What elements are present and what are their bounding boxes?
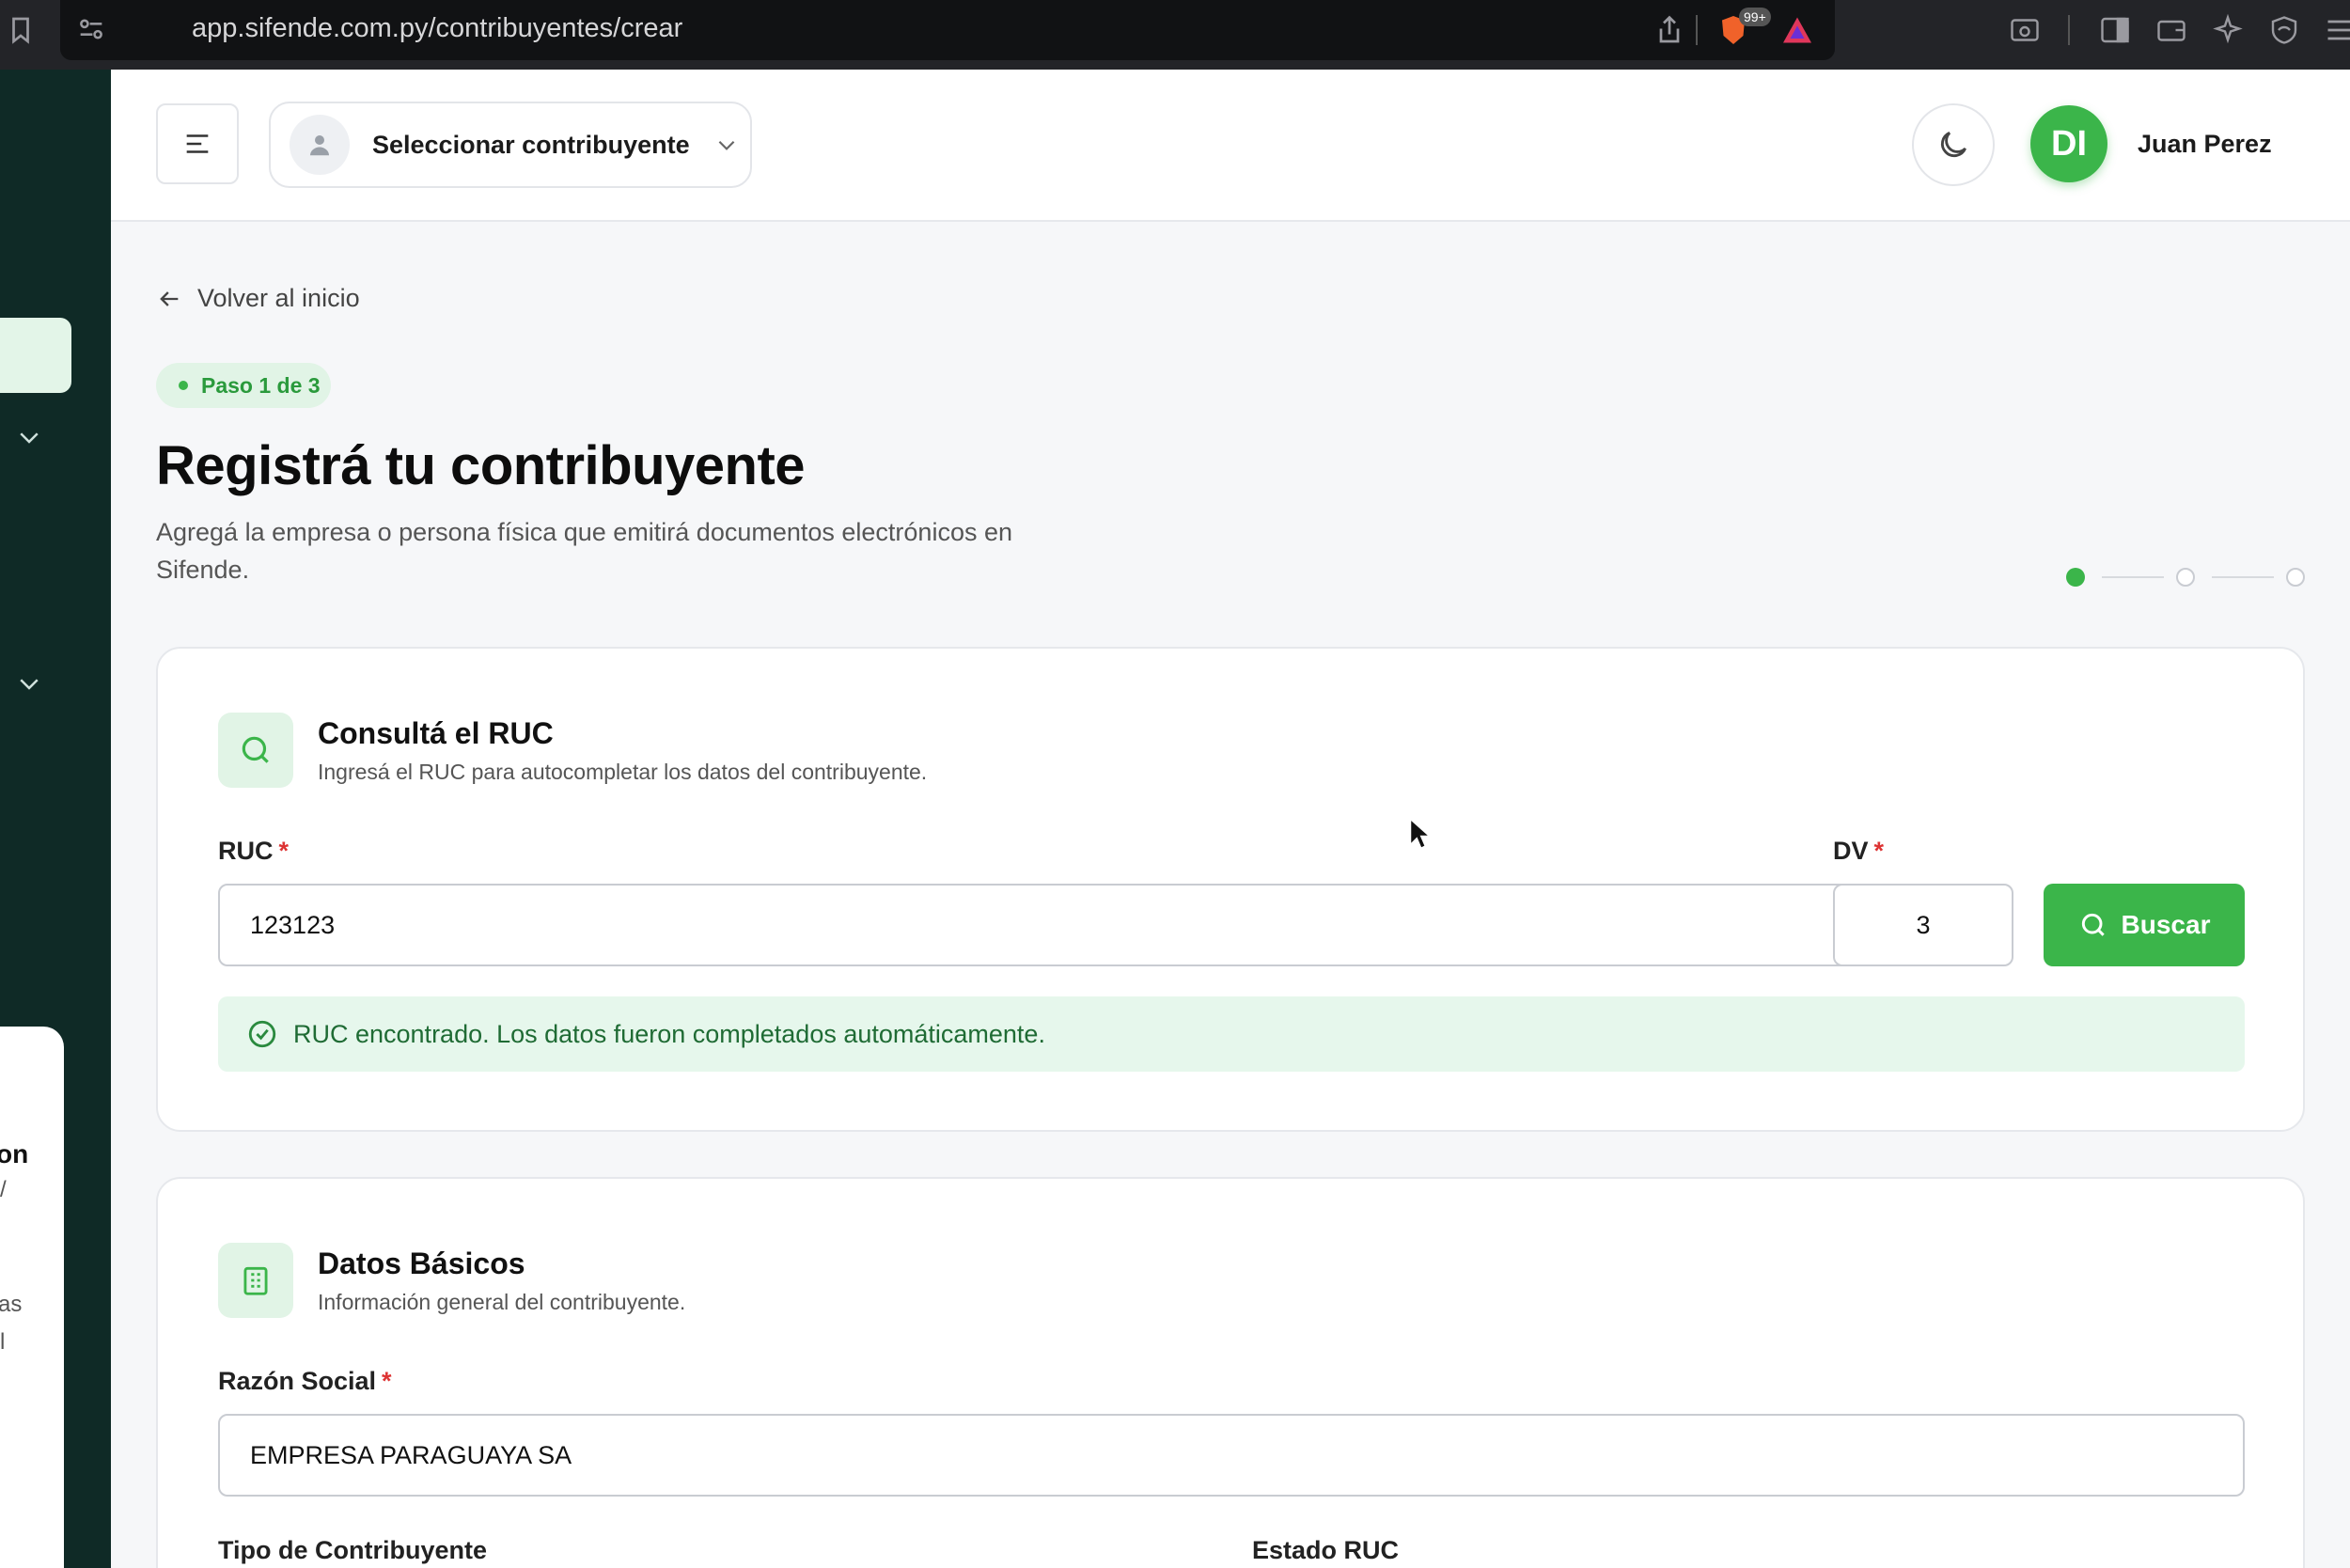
chevron-down-icon[interactable] <box>15 423 43 451</box>
dv-label: DV * <box>1833 837 1885 865</box>
address-bar[interactable]: app.sifende.com.py/contribuyentes/crear … <box>60 0 1835 60</box>
sidebar-promo-card: on / as l <box>0 1027 64 1568</box>
card-title: Datos Básicos <box>318 1247 525 1280</box>
contributor-select[interactable]: Seleccionar contribuyente <box>269 102 752 188</box>
razon-social-label: Razón Social * <box>218 1367 392 1395</box>
back-link-label: Volver al inicio <box>197 284 360 312</box>
bookmark-icon[interactable] <box>4 13 38 47</box>
shield-badge: 99+ <box>1739 8 1771 26</box>
required-mark: * <box>278 837 290 865</box>
top-header: Seleccionar contribuyente DI Juan Perez <box>111 70 2350 222</box>
url-text[interactable]: app.sifende.com.py/contribuyentes/crear <box>192 13 682 44</box>
step-dot <box>179 381 188 390</box>
toolbar-divider <box>1696 15 1698 45</box>
check-circle-icon <box>248 1020 276 1048</box>
toolbar-divider <box>2068 15 2070 45</box>
stepper-line <box>2212 576 2274 578</box>
search-icon <box>2081 913 2105 936</box>
menu-toggle-button[interactable] <box>156 103 239 184</box>
theme-toggle-button[interactable] <box>1912 103 1995 186</box>
dv-input[interactable]: 3 <box>1833 884 2013 966</box>
chevron-down-icon[interactable] <box>15 669 43 698</box>
app-sidebar: on / as l <box>0 70 111 1568</box>
rewards-icon[interactable] <box>1780 13 1814 47</box>
leo-ai-icon[interactable] <box>2211 13 2245 47</box>
card-subtitle: Información general del contribuyente. <box>318 1290 686 1314</box>
step-badge-text: Paso 1 de 3 <box>201 372 321 398</box>
hamburger-icon <box>186 134 209 153</box>
chevron-down-icon <box>718 140 734 150</box>
step-badge: Paso 1 de 3 <box>156 363 331 408</box>
sidebar-toggle-icon[interactable] <box>2098 13 2132 47</box>
stepper-dot-active <box>2066 568 2085 587</box>
card-subtitle: Ingresá el RUC para autocompletar los da… <box>318 760 928 784</box>
success-message: RUC encontrado. Los datos fueron complet… <box>293 1019 1045 1048</box>
required-mark: * <box>1873 837 1885 865</box>
reader-icon[interactable] <box>2008 13 2042 47</box>
user-name[interactable]: Juan Perez <box>2138 130 2272 159</box>
success-alert: RUC encontrado. Los datos fueron complet… <box>218 996 2245 1072</box>
stepper-dot <box>2286 568 2305 587</box>
user-avatar[interactable]: DI <box>2030 105 2107 182</box>
building-icon <box>218 1243 293 1318</box>
user-placeholder-icon <box>290 115 350 175</box>
card-title: Consultá el RUC <box>318 716 554 750</box>
wallet-icon[interactable] <box>2154 13 2188 47</box>
required-mark: * <box>382 1367 392 1395</box>
browser-toolbar: app.sifende.com.py/contribuyentes/crear … <box>0 0 2350 70</box>
page-subtitle: Agregá la empresa o persona física que e… <box>156 518 1012 584</box>
promo-text-fragment: on <box>0 1139 29 1168</box>
stepper-dot <box>2176 568 2195 587</box>
vpn-icon[interactable] <box>2267 13 2301 47</box>
ruc-lookup-card: Consultá el RUC Ingresá el RUC para auto… <box>156 647 2305 1132</box>
ruc-label: RUC * <box>218 837 290 865</box>
promo-text-fragment: l <box>0 1329 6 1355</box>
tipo-contribuyente-label: Tipo de Contribuyente <box>218 1536 488 1564</box>
sidebar-active-item[interactable] <box>0 318 71 393</box>
arrow-left-icon <box>160 290 179 306</box>
stepper-line <box>2102 576 2164 578</box>
estado-ruc-label: Estado RUC <box>1252 1536 1400 1564</box>
razon-social-input[interactable]: EMPRESA PARAGUAYA SA <box>218 1414 2245 1497</box>
basic-data-card: Datos Básicos Información general del co… <box>156 1177 2305 1568</box>
site-settings-icon[interactable] <box>75 13 107 45</box>
promo-text-fragment: as <box>0 1292 23 1317</box>
ruc-input[interactable]: 123123 <box>218 884 1961 966</box>
search-icon <box>218 713 293 788</box>
search-button-label: Buscar <box>2121 910 2211 939</box>
contributor-select-label: Seleccionar contribuyente <box>372 130 690 159</box>
page-title: Registrá tu contribuyente <box>156 435 806 496</box>
menu-icon[interactable] <box>2324 13 2350 47</box>
moon-icon <box>1940 132 1966 158</box>
mouse-cursor-icon <box>1409 818 1432 850</box>
back-link[interactable]: Volver al inicio <box>156 284 360 313</box>
promo-text-fragment: / <box>0 1177 7 1202</box>
share-icon[interactable] <box>1653 13 1686 47</box>
progress-stepper <box>2066 568 2320 587</box>
search-button[interactable]: Buscar <box>2044 884 2245 966</box>
